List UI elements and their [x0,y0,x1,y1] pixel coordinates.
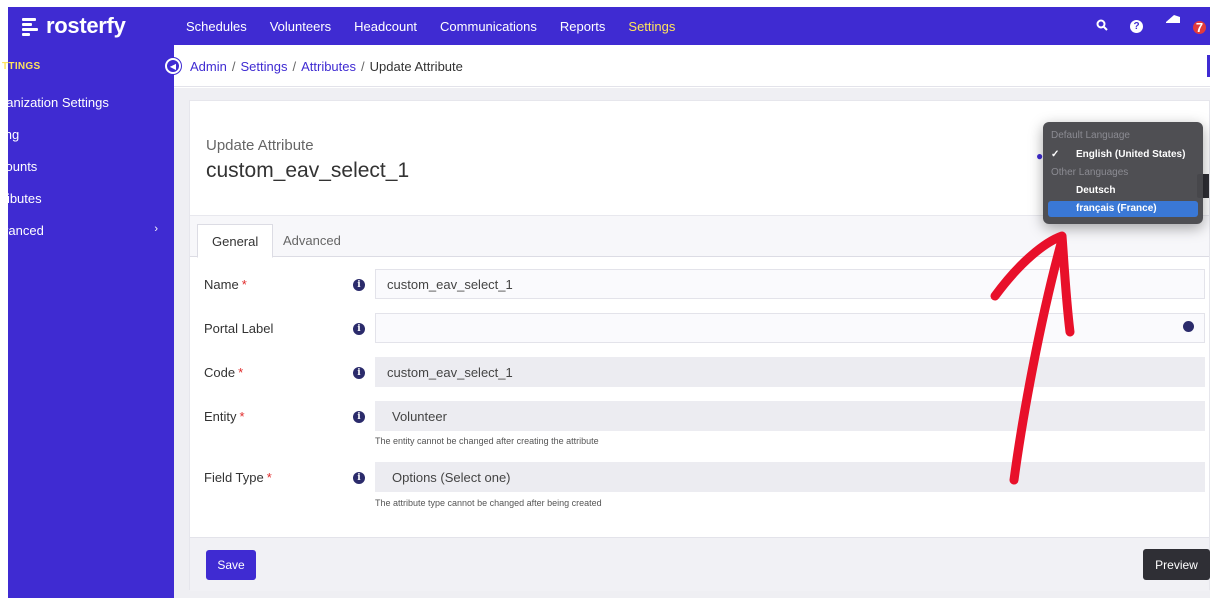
settings-sidebar: TTINGS ganization Settings ling counts t… [0,45,174,598]
nav-reports[interactable]: Reports [560,19,606,34]
name-input[interactable]: custom_eav_select_1 [375,269,1205,299]
breadcrumb-separator: / [231,59,236,74]
language-dropdown: Default Language ✓ English (United State… [1043,122,1203,224]
nav-communications[interactable]: Communications [440,19,537,34]
card-footer: Save [190,537,1209,591]
info-icon[interactable]: i [353,323,365,335]
sidebar-heading: TTINGS [2,61,41,72]
globe-icon[interactable] [1183,321,1194,332]
field-type-label-text: Field Type [204,470,264,485]
field-type-select: Options (Select one) [375,462,1205,492]
breadcrumb-separator: / [292,59,297,74]
portal-label-label: Portal Label [204,321,274,336]
name-label-text: Name [204,277,239,292]
page-subtitle: Update Attribute [206,137,314,154]
entity-label: Entity * [204,409,245,424]
top-icons: ? 7 [1074,7,1206,45]
breadcrumb-admin[interactable]: Admin [190,59,227,74]
portal-label-input[interactable] [375,313,1205,343]
code-input: custom_eav_select_1 [375,357,1205,387]
save-button[interactable]: Save [206,550,256,580]
name-label: Name * [204,277,247,292]
sidebar-item-attributes[interactable]: tributes [0,191,42,206]
required-marker: * [266,470,272,485]
page-title: custom_eav_select_1 [206,159,410,182]
language-option-label: English (United States) [1076,149,1186,160]
default-language-heading: Default Language [1051,130,1130,141]
breadcrumb-bar: ◀ Admin / Settings / Attributes / Update Attri… [165,45,1210,87]
info-icon[interactable]: i [353,472,365,484]
nav-volunteers[interactable]: Volunteers [270,19,331,34]
code-label-text: Code [204,365,236,380]
entity-help-text: The entity cannot be changed after creat… [375,436,599,446]
sidebar-item-organization-settings[interactable]: ganization Settings [0,95,109,110]
brand-logo[interactable]: rosterfy [22,13,126,39]
info-icon[interactable]: i [353,279,365,291]
required-marker: * [238,365,244,380]
tab-general[interactable]: General [197,224,274,258]
language-option-english[interactable]: ✓ English (United States) [1043,147,1203,163]
checkmark-icon: ✓ [1051,149,1060,160]
collapse-icon[interactable]: ◀ [165,58,181,74]
entity-label-text: Entity [204,409,237,424]
search-icon[interactable] [1096,19,1108,34]
required-marker: * [241,277,247,292]
breadcrumb-settings[interactable]: Settings [240,59,287,74]
notification-badge: 7 [1193,20,1206,35]
preview-button[interactable]: Preview [1143,549,1210,580]
help-icon[interactable]: ? [1130,19,1143,33]
other-languages-heading: Other Languages [1051,167,1129,178]
field-type-label: Field Type * [204,470,272,485]
top-navigation-bar: rosterfy Schedules Volunteers Headcount … [8,7,1210,45]
entity-select: Volunteer [375,401,1205,431]
sidebar-item-advanced[interactable]: lvanced [0,223,44,238]
nav-settings[interactable]: Settings [628,19,675,34]
tab-advanced[interactable]: Advanced [269,224,355,258]
info-icon[interactable]: i [353,367,365,379]
language-option-francais[interactable]: français (France) [1048,201,1198,217]
code-label: Code * [204,365,243,380]
chevron-right-icon[interactable]: › [154,223,158,235]
breadcrumb-separator: / [361,59,365,74]
field-type-help-text: The attribute type cannot be changed aft… [375,498,602,508]
required-marker: * [239,409,245,424]
nav-headcount[interactable]: Headcount [354,19,417,34]
breadcrumb-attributes[interactable]: Attributes [301,59,356,74]
logo-mark-icon [22,16,40,36]
sidebar-item-billing[interactable]: ling [0,127,19,142]
sidebar-item-accounts[interactable]: counts [0,159,37,174]
language-option-deutsch[interactable]: Deutsch [1043,183,1203,199]
main-nav: Schedules Volunteers Headcount Communica… [186,7,698,45]
info-icon[interactable]: i [353,411,365,423]
notifications-icon[interactable]: 7 [1165,11,1206,41]
nav-schedules[interactable]: Schedules [186,19,247,34]
breadcrumb: Admin / Settings / Attributes / Update Attribu… [190,59,463,74]
brand-name: rosterfy [46,13,126,38]
breadcrumb-current: Update Attribute [369,59,463,74]
